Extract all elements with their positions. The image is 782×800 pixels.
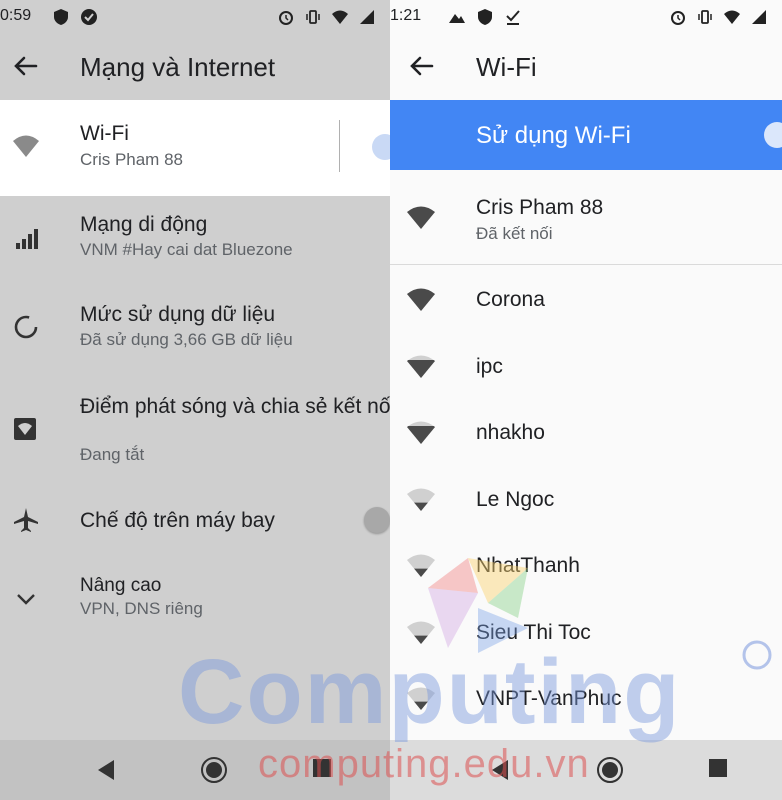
network-name: VNPT-VanPhuc — [476, 687, 622, 710]
status-time-right: 1:21 — [390, 7, 422, 24]
wifi-strength-1-icon — [407, 687, 435, 710]
navigation-bar — [0, 740, 390, 800]
wifi-screen: 1:21 Wi-Fi Sử dụng Wi-Fi Cris Pham 88 Đã… — [390, 0, 782, 800]
signal-icon — [752, 10, 766, 24]
home-nav-icon[interactable] — [596, 756, 624, 784]
home-nav-icon[interactable] — [200, 756, 228, 784]
connected-network-name: Cris Pham 88 — [476, 196, 604, 219]
advanced-row[interactable]: Nâng cao VPN, DNS riêng — [0, 565, 390, 635]
network-row[interactable]: Corona — [390, 272, 782, 332]
alarm-icon — [279, 11, 293, 25]
airplane-mode-row[interactable]: Chế độ trên máy bay — [0, 490, 390, 550]
hotspot-row[interactable]: Điểm phát sóng và chia sẻ kết nối Đang t… — [0, 385, 390, 475]
use-wifi-toggle[interactable] — [764, 122, 782, 148]
advanced-subtitle: VPN, DNS riêng — [80, 599, 203, 618]
data-usage-icon — [14, 315, 38, 339]
airplane-mode-toggle[interactable] — [364, 507, 390, 533]
hotspot-subtitle: Đang tắt — [80, 445, 145, 464]
vibrate-icon — [306, 10, 320, 24]
mobile-network-subtitle: VNM #Hay cai dat Bluezone — [80, 240, 293, 259]
divider — [339, 120, 340, 172]
wifi-strength-3-icon — [407, 421, 435, 444]
wifi-strength-1-icon — [407, 554, 435, 577]
wifi-title: Wi-Fi — [80, 122, 129, 145]
signal-icon — [360, 10, 374, 24]
network-name: Sieu Thi Toc — [476, 620, 591, 644]
wifi-setting-row[interactable]: Wi-Fi Cris Pham 88 — [0, 100, 390, 196]
vibrate-icon — [698, 10, 712, 24]
download-done-icon — [506, 10, 520, 25]
back-nav-icon[interactable] — [96, 758, 118, 782]
advanced-title: Nâng cao — [80, 575, 162, 596]
use-wifi-switch-bar[interactable]: Sử dụng Wi-Fi — [390, 100, 782, 170]
status-time: 0:59 — [0, 7, 32, 24]
divider — [390, 264, 782, 265]
network-row[interactable]: ipc — [390, 339, 782, 399]
wifi-strength-3-icon — [407, 355, 435, 378]
status-bar: 0:59 — [0, 0, 390, 34]
airplane-mode-title: Chế độ trên máy bay — [80, 509, 275, 532]
wifi-strength-4-icon — [407, 288, 435, 311]
wifi-strength-1-icon — [407, 621, 435, 644]
network-name: Le Ngoc — [476, 487, 555, 511]
recents-nav-icon[interactable] — [312, 758, 332, 778]
connected-network-status: Đã kết nối — [476, 224, 553, 243]
data-usage-title: Mức sử dụng dữ liệu — [80, 303, 276, 326]
shield-icon — [54, 9, 68, 25]
wifi-toggle[interactable] — [372, 134, 390, 160]
network-row[interactable]: Sieu Thi Toc — [390, 605, 782, 665]
network-internet-screen: 0:59 Mạng và Internet Wi-Fi Cris Pham 88… — [0, 0, 390, 800]
network-row[interactable]: NhatThanh — [390, 538, 782, 598]
airplane-icon — [14, 508, 38, 532]
network-row[interactable]: Le Ngoc — [390, 472, 782, 532]
use-wifi-label: Sử dụng Wi-Fi — [476, 122, 631, 149]
recents-nav-icon[interactable] — [708, 758, 728, 778]
hotspot-icon — [14, 418, 36, 440]
app-bar-right: Wi-Fi — [390, 34, 782, 98]
navigation-bar-right — [390, 740, 782, 800]
cellular-signal-icon — [16, 229, 38, 249]
wifi-subtitle: Cris Pham 88 — [80, 150, 183, 169]
data-usage-subtitle: Đã sử dụng 3,66 GB dữ liệu — [80, 330, 293, 349]
hotspot-title: Điểm phát sóng và chia sẻ kết nối — [80, 395, 390, 418]
check-circle-icon — [81, 9, 97, 25]
network-name: NhatThanh — [476, 554, 580, 577]
chevron-down-icon — [17, 594, 35, 605]
alarm-icon — [671, 11, 685, 25]
back-arrow-icon[interactable] — [408, 52, 436, 80]
app-bar: Mạng và Internet — [0, 34, 390, 98]
back-arrow-icon[interactable] — [12, 52, 40, 80]
status-bar-right: 1:21 — [390, 0, 782, 34]
photo-icon — [449, 14, 465, 23]
wifi-strength-1-icon — [407, 488, 435, 511]
mobile-network-title: Mạng di động — [80, 213, 208, 236]
page-title-right: Wi-Fi — [476, 52, 537, 82]
network-row[interactable]: VNPT-VanPhuc — [390, 671, 782, 731]
wifi-status-icon — [332, 10, 348, 24]
network-row[interactable]: nhakho — [390, 405, 782, 465]
connected-network-row[interactable]: Cris Pham 88 Đã kết nối — [390, 190, 782, 256]
wifi-icon — [13, 135, 39, 157]
mobile-network-row[interactable]: Mạng di động VNM #Hay cai dat Bluezone — [0, 205, 390, 285]
page-title: Mạng và Internet — [80, 52, 276, 82]
network-name: Corona — [476, 288, 545, 311]
back-nav-icon[interactable] — [490, 758, 512, 782]
wifi-status-icon — [724, 10, 740, 24]
data-usage-row[interactable]: Mức sử dụng dữ liệu Đã sử dụng 3,66 GB d… — [0, 295, 390, 375]
network-name: nhakho — [476, 421, 545, 444]
wifi-strength-4-icon — [407, 206, 435, 229]
network-name: ipc — [476, 354, 503, 378]
shield-icon — [478, 9, 492, 25]
